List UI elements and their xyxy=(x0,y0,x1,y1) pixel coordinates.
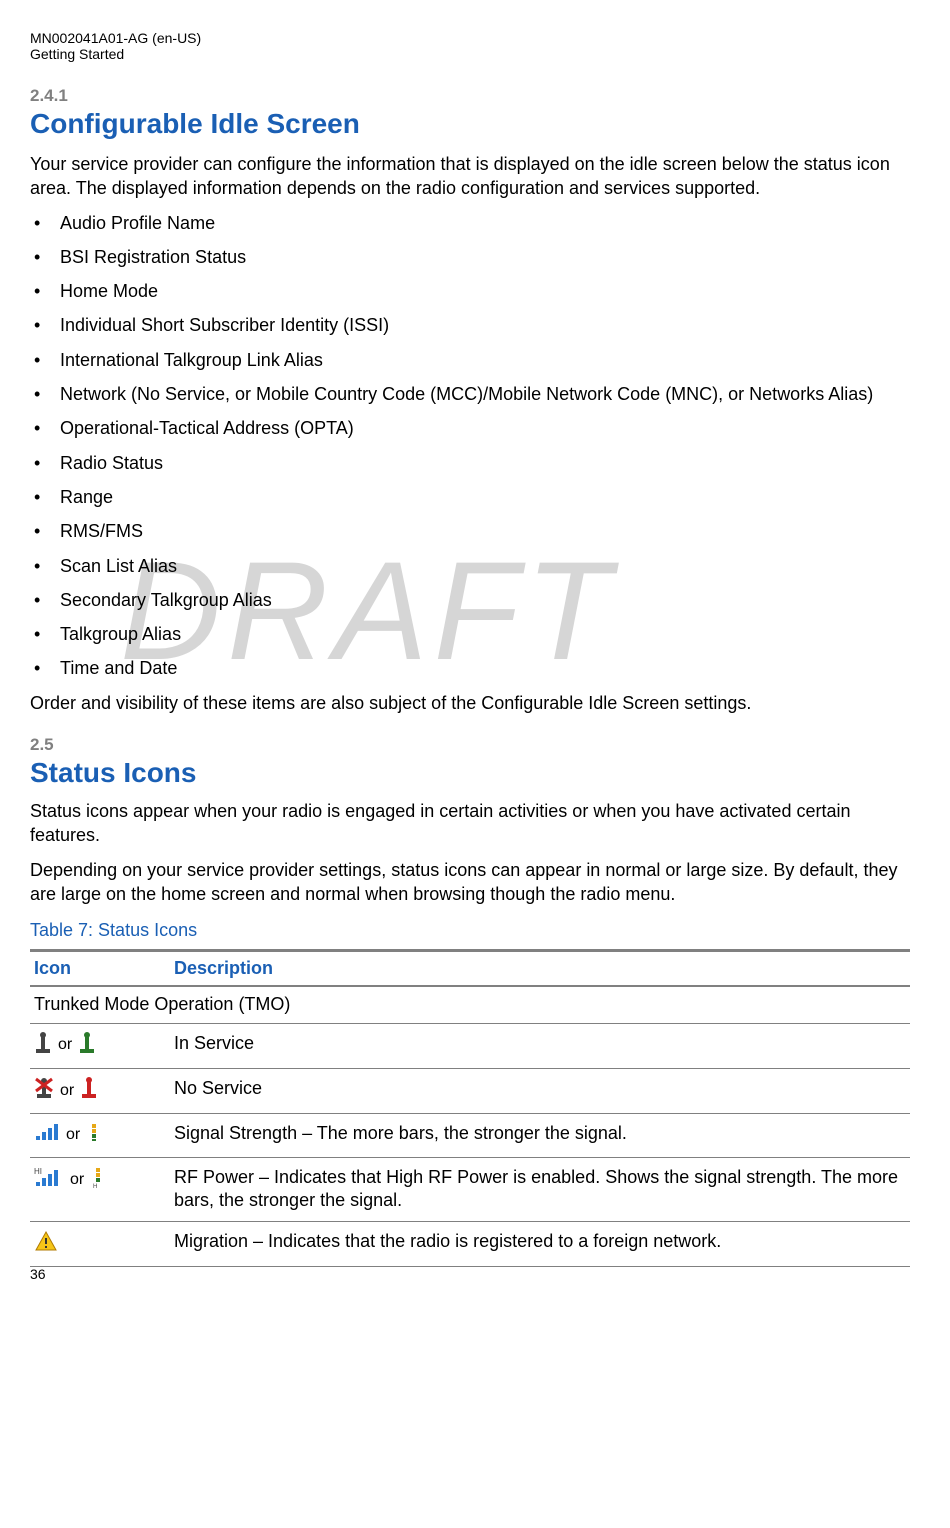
svg-text:HI: HI xyxy=(34,1167,42,1176)
desc-migration: Migration – Indicates that the radio is … xyxy=(170,1221,910,1266)
list-item: Operational-Tactical Address (OPTA) xyxy=(30,416,910,440)
signal-strength-icon-alt xyxy=(86,1122,102,1148)
in-service-icon-alt xyxy=(78,1032,96,1060)
signal-strength-icon xyxy=(34,1122,60,1148)
table-header-icon: Icon xyxy=(30,951,170,987)
section-title-configurable-idle-screen: Configurable Idle Screen xyxy=(30,108,910,140)
list-item: Secondary Talkgroup Alias xyxy=(30,588,910,612)
migration-warning-icon xyxy=(34,1230,58,1258)
desc-no-service: No Service xyxy=(170,1069,910,1114)
icon-cell-migration xyxy=(30,1221,170,1266)
desc-in-service: In Service xyxy=(170,1023,910,1068)
or-text: or xyxy=(66,1125,80,1146)
group-tmo: Trunked Mode Operation (TMO) xyxy=(30,986,910,1023)
or-text: or xyxy=(58,1035,72,1056)
icon-cell-in-service: or xyxy=(30,1023,170,1068)
no-service-icon-alt xyxy=(80,1077,98,1105)
rf-power-icon-alt: H xyxy=(90,1166,106,1194)
table-row: or No Service xyxy=(30,1069,910,1114)
doc-id: MN002041A01-AG (en-US) xyxy=(30,30,910,46)
icon-cell-rf-power: HI or H xyxy=(30,1157,170,1221)
idle-screen-items-list: Audio Profile Name BSI Registration Stat… xyxy=(30,211,910,681)
table-header-description: Description xyxy=(170,951,910,987)
list-item: International Talkgroup Link Alias xyxy=(30,348,910,372)
table-group-row: Trunked Mode Operation (TMO) xyxy=(30,986,910,1023)
table-7-caption: Table 7: Status Icons xyxy=(30,920,910,941)
table-row: HI or H RF Power – Indicates that High R… xyxy=(30,1157,910,1221)
status-icons-p1: Status icons appear when your radio is e… xyxy=(30,799,910,848)
list-item: Home Mode xyxy=(30,279,910,303)
list-item: Time and Date xyxy=(30,656,910,680)
page-number: 36 xyxy=(30,1266,46,1282)
chapter-title: Getting Started xyxy=(30,46,910,62)
section-number-25: 2.5 xyxy=(30,735,910,755)
rf-power-icon: HI xyxy=(34,1166,64,1194)
list-item: Individual Short Subscriber Identity (IS… xyxy=(30,313,910,337)
svg-text:H: H xyxy=(93,1184,97,1188)
desc-rf-power: RF Power – Indicates that High RF Power … xyxy=(170,1157,910,1221)
page-header: MN002041A01-AG (en-US) Getting Started xyxy=(30,30,910,62)
status-icons-table: Icon Description Trunked Mode Operation … xyxy=(30,949,910,1267)
list-item: Range xyxy=(30,485,910,509)
list-item: Network (No Service, or Mobile Country C… xyxy=(30,382,910,406)
no-service-icon xyxy=(34,1077,54,1105)
or-text: or xyxy=(70,1170,84,1191)
list-item: Audio Profile Name xyxy=(30,211,910,235)
table-row: Migration – Indicates that the radio is … xyxy=(30,1221,910,1266)
status-icons-p2: Depending on your service provider setti… xyxy=(30,858,910,907)
in-service-icon xyxy=(34,1032,52,1060)
table-row: or In Service xyxy=(30,1023,910,1068)
intro-paragraph: Your service provider can configure the … xyxy=(30,152,910,201)
table-row: or Signal Strength – The more bars, the … xyxy=(30,1114,910,1157)
or-text: or xyxy=(60,1081,74,1102)
list-item: RMS/FMS xyxy=(30,519,910,543)
list-item: Talkgroup Alias xyxy=(30,622,910,646)
section-number-241: 2.4.1 xyxy=(30,86,910,106)
closing-paragraph: Order and visibility of these items are … xyxy=(30,691,910,715)
section-title-status-icons: Status Icons xyxy=(30,757,910,789)
desc-signal-strength: Signal Strength – The more bars, the str… xyxy=(170,1114,910,1157)
list-item: Scan List Alias xyxy=(30,554,910,578)
list-item: Radio Status xyxy=(30,451,910,475)
icon-cell-no-service: or xyxy=(30,1069,170,1114)
list-item: BSI Registration Status xyxy=(30,245,910,269)
icon-cell-signal-strength: or xyxy=(30,1114,170,1157)
